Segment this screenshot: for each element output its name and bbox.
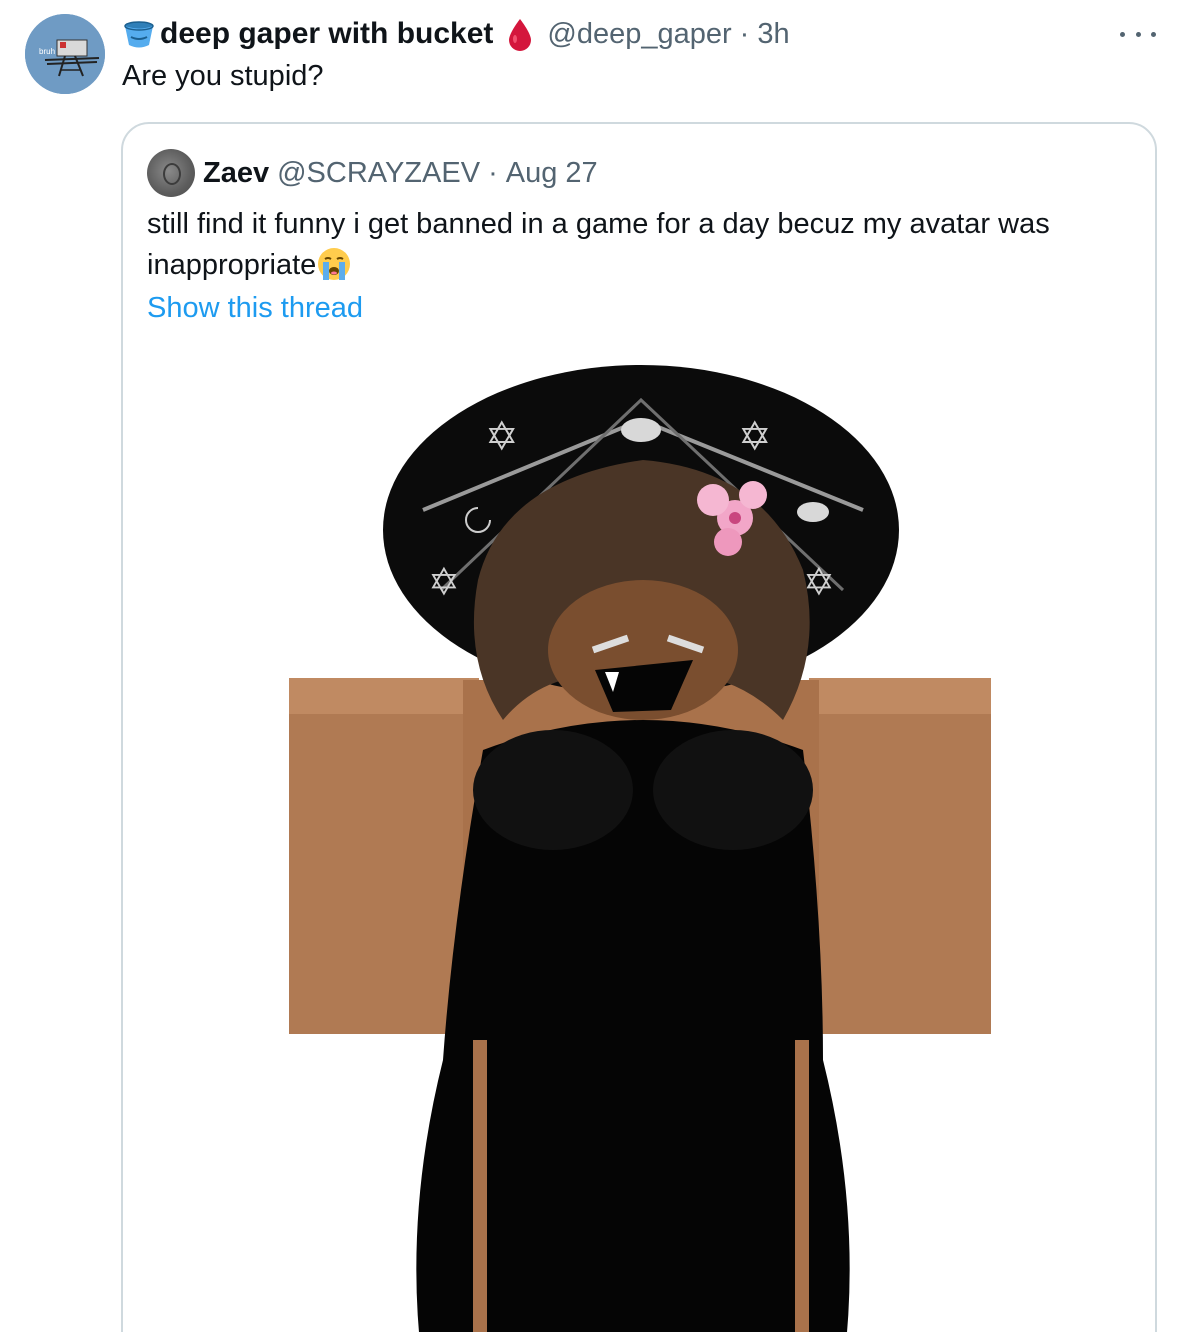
svg-text:✡: ✡ (428, 560, 460, 604)
author-avatar[interactable]: bruh (25, 14, 105, 94)
quoted-display-name[interactable]: Zaev (203, 157, 269, 190)
quoted-header: Zaev @SCRAYZAEV · Aug 27 (147, 148, 598, 198)
blood-drop-icon (505, 17, 535, 51)
svg-text:bruh: bruh (39, 47, 55, 56)
quoted-text: still find it funny i get banned in a ga… (147, 204, 1137, 286)
quoted-separator-dot: · (488, 156, 498, 189)
bucket-icon (122, 17, 156, 51)
tweet-timestamp[interactable]: 3h (757, 18, 789, 51)
svg-text:✡: ✡ (485, 414, 519, 460)
tweet-text: Are you stupid? (122, 60, 324, 92)
loudly-crying-face-icon (316, 246, 352, 282)
avatar-sketch-icon: bruh (25, 14, 105, 94)
quoted-text-body: still find it funny i get banned in a ga… (147, 208, 1050, 281)
show-thread-link[interactable]: Show this thread (147, 292, 363, 325)
quoted-timestamp[interactable]: Aug 27 (506, 157, 598, 190)
roblox-avatar-image[interactable]: ✡ ✡ ✡ ✡ (123, 360, 1155, 1332)
separator-dot: · (739, 17, 750, 50)
author-handle[interactable]: @deep_gaper (547, 18, 731, 51)
quoted-tweet-card[interactable]: Zaev @SCRAYZAEV · Aug 27 still find it f… (121, 122, 1157, 1332)
quoted-handle[interactable]: @SCRAYZAEV (277, 157, 480, 190)
tweet-header: deep gaper with bucket @deep_gaper · 3h (122, 12, 790, 56)
more-dots-icon[interactable] (1120, 22, 1156, 46)
grey-avatar-icon[interactable] (147, 149, 195, 197)
author-display-name[interactable]: deep gaper with bucket (160, 17, 493, 51)
tweet[interactable]: bruh deep gaper with bucket @deep_gaper … (0, 0, 1177, 1332)
svg-text:✡: ✡ (738, 414, 772, 460)
